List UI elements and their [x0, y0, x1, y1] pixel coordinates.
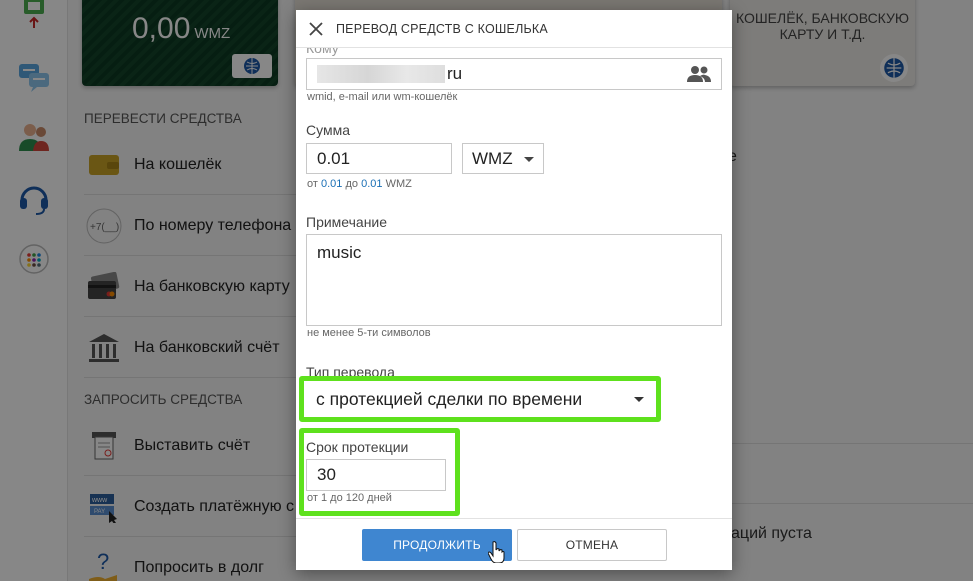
modal-header: ПЕРЕВОД СРЕДСТВ С КОШЕЛЬКА — [296, 10, 732, 48]
chevron-down-icon — [524, 157, 534, 162]
modal-title: ПЕРЕВОД СРЕДСТВ С КОШЕЛЬКА — [336, 21, 548, 36]
protection-hint: от 1 до 120 дней — [307, 492, 392, 504]
protection-label: Срок протекции — [306, 439, 409, 455]
note-label: Примечание — [306, 214, 388, 230]
contacts-picker-icon[interactable] — [687, 65, 711, 88]
note-textarea[interactable]: music — [306, 234, 722, 326]
redacted-value — [317, 65, 445, 83]
currency-select[interactable]: WMZ — [462, 143, 544, 174]
hand-cursor-icon — [487, 541, 506, 568]
transfer-type-select[interactable]: с протекцией сделки по времени — [304, 381, 656, 417]
modal-footer: ПРОДОЛЖИТЬ ОТМЕНА — [296, 518, 732, 570]
note-hint: не менее 5-ти символов — [307, 327, 431, 339]
close-icon[interactable] — [296, 10, 336, 48]
protection-days-input[interactable]: 30 — [306, 459, 446, 491]
recipient-input[interactable]: ru — [306, 58, 722, 90]
amount-hint: от 0.01 до 0.01 WMZ — [307, 178, 412, 190]
transfer-modal: ПЕРЕВОД СРЕДСТВ С КОШЕЛЬКА Кому ru wmid,… — [296, 10, 732, 570]
amount-label: Сумма — [306, 122, 350, 138]
cancel-button[interactable]: ОТМЕНА — [517, 529, 667, 561]
chevron-down-icon — [634, 397, 644, 402]
amount-input[interactable]: 0.01 — [306, 143, 452, 174]
recipient-hint: wmid, e-mail или wm-кошелёк — [307, 91, 458, 103]
